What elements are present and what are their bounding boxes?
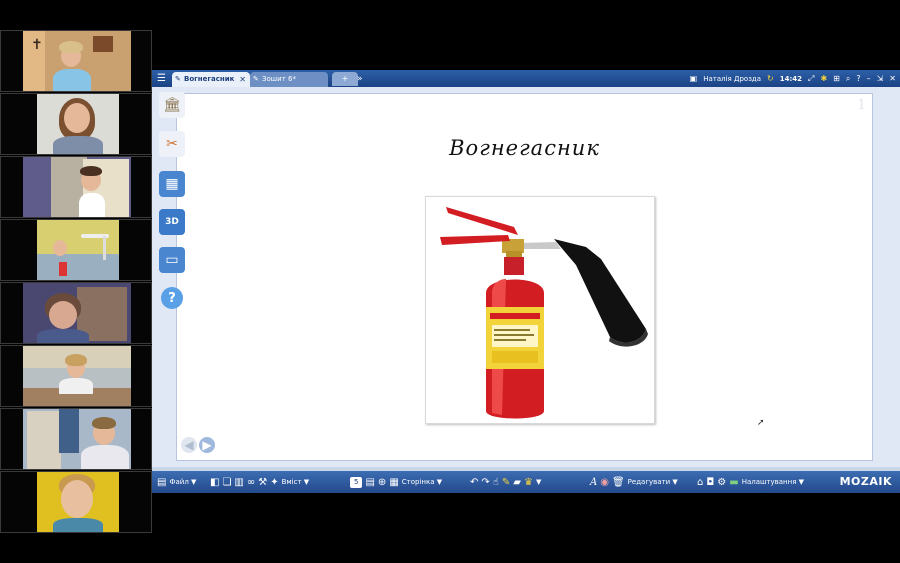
hammer-icon[interactable]: ⚒ — [258, 477, 267, 488]
museum-icon[interactable]: 🏛 — [159, 92, 185, 118]
eraser-icon[interactable]: ▰ — [513, 477, 521, 488]
edit-tools: A ◉ 🗑 Редагувати ▼ — [590, 471, 678, 493]
participant-video — [37, 220, 119, 280]
clock: 14:42 — [779, 74, 803, 83]
help-circle-icon[interactable]: ? — [161, 287, 183, 309]
whiteboard-page[interactable]: 1 Вогнегасник ◀ ▶ ➚ — [176, 93, 873, 461]
screen: ✝ ☰ ✎ Вогнегасник ✕ ✎ Зошит 6* + » ▣ Нат… — [0, 0, 900, 563]
menu-icon[interactable]: ☰ — [155, 72, 168, 85]
tab-fire-extinguisher[interactable]: ✎ Вогнегасник ✕ — [172, 72, 250, 87]
tab-label: Вогнегасник — [184, 75, 235, 83]
page-title: Вогнегасник — [449, 136, 600, 160]
participant-tile[interactable] — [0, 93, 152, 155]
search-icon[interactable]: ⌕ — [846, 74, 850, 84]
layers-icon[interactable]: ❏ — [222, 477, 231, 488]
participant-tile[interactable]: ✝ — [0, 30, 152, 92]
fire-extinguisher-image[interactable] — [425, 196, 655, 424]
next-page-icon[interactable]: ▶ — [199, 437, 215, 453]
new-tab-button[interactable]: + — [332, 72, 358, 86]
close-icon[interactable]: ✕ — [239, 72, 246, 87]
restore-icon[interactable]: ⇲ — [877, 74, 884, 83]
more-tabs-button[interactable]: » — [357, 72, 363, 86]
tab-notebook[interactable]: ✎ Зошит 6* — [250, 72, 328, 87]
mozaik-window: ☰ ✎ Вогнегасник ✕ ✎ Зошит 6* + » ▣ Натал… — [152, 70, 900, 493]
participant-tile[interactable] — [0, 282, 152, 344]
participant-tile[interactable] — [0, 471, 152, 533]
close-window-icon[interactable]: ✕ — [889, 74, 896, 83]
participant-tile[interactable] — [0, 156, 152, 218]
redo-icon[interactable]: ↷ — [481, 477, 489, 488]
presentation-icon[interactable]: ▭ — [159, 247, 185, 273]
settings-tools: ⌂ ◘ ⚙ ▬ Налаштування ▼ — [697, 471, 804, 493]
zoom-icon[interactable]: ⊕ — [378, 477, 386, 488]
minimize-icon[interactable]: – — [867, 74, 871, 83]
content-tools: ◧ ❏ ▥ ∞ ⚒ ✦ Вміст ▼ — [210, 471, 309, 493]
participant-video — [23, 157, 131, 217]
tools-icon[interactable]: ✂ — [159, 131, 185, 157]
highlighter-icon[interactable]: ✎ — [502, 477, 510, 488]
shape-icon[interactable]: ◉ — [600, 477, 609, 488]
participant-video — [23, 409, 131, 469]
gear-icon[interactable]: ⚙ — [717, 477, 726, 488]
page-number: 1 — [857, 97, 866, 113]
participant-video — [37, 472, 119, 532]
lightbulb-icon[interactable]: ✦ — [270, 477, 278, 488]
mouse-cursor-icon: ➚ — [757, 418, 765, 428]
board-icon[interactable]: ▬ — [729, 477, 738, 488]
fullscreen-icon[interactable]: ⤢ — [808, 74, 814, 84]
gallery-icon[interactable]: ▦ — [159, 171, 185, 197]
participant-video — [23, 346, 131, 406]
mozaik-logo: MOZAIK — [839, 475, 892, 488]
work-area: 1 Вогнегасник ◀ ▶ ➚ 🏛 ✂ ▦ 3D ▭ ? — [152, 87, 900, 467]
notes-icon[interactable]: ▦ — [389, 477, 398, 488]
participant-tile[interactable] — [0, 345, 152, 407]
grid-icon[interactable]: ⊞ — [833, 74, 840, 83]
draw-dropdown[interactable]: ▼ — [536, 478, 541, 486]
edit-menu[interactable]: Редагувати ▼ — [628, 478, 678, 486]
sidebar-icon[interactable]: ◧ — [210, 477, 219, 488]
pen-icon: ✎ — [253, 75, 259, 83]
refresh-icon[interactable]: ↻ — [767, 74, 774, 83]
previous-page-icon[interactable]: ◀ — [181, 437, 197, 453]
title-bar: ☰ ✎ Вогнегасник ✕ ✎ Зошит 6* + » ▣ Натал… — [152, 70, 900, 87]
3d-icon[interactable]: 3D — [159, 209, 185, 235]
page-controls: 5 ▤ ⊕ ▦ Сторінка ▼ — [350, 471, 442, 493]
insert-menu[interactable]: Вміст ▼ — [282, 478, 310, 486]
fire-extinguisher-illustration — [440, 207, 648, 419]
participant-tile[interactable] — [0, 408, 152, 470]
magic-wand-icon[interactable]: ♛ — [524, 477, 533, 488]
help-icon[interactable]: ? — [856, 74, 860, 83]
file-menu-label: Файл ▼ — [169, 478, 197, 486]
glasses-icon[interactable]: ∞ — [247, 477, 255, 488]
page-number-field[interactable]: 5 — [350, 476, 363, 488]
tools-menu-icon[interactable]: ✱ — [820, 74, 827, 83]
undo-icon[interactable]: ↶ — [470, 477, 478, 488]
pen-icon: ✎ — [175, 75, 181, 83]
home-icon[interactable]: ⌂ — [697, 477, 703, 488]
document-icon[interactable]: ▥ — [234, 477, 243, 488]
trash-icon[interactable]: 🗑 — [612, 477, 625, 488]
text-icon[interactable]: A — [590, 477, 597, 488]
user-name[interactable]: Наталія Дрозда — [703, 75, 761, 83]
participant-video: ✝ — [23, 31, 131, 91]
tab-label: Зошит 6* — [262, 75, 296, 83]
participant-video — [23, 283, 131, 343]
settings-menu[interactable]: Налаштування ▼ — [742, 478, 804, 486]
page-menu[interactable]: Сторінка ▼ — [402, 478, 442, 486]
file-icon: ▤ — [157, 476, 167, 488]
camera-icon[interactable]: ◘ — [706, 477, 714, 488]
page-list-icon[interactable]: ▤ — [365, 477, 374, 488]
screenshot-icon[interactable]: ▣ — [690, 74, 698, 83]
participant-video — [37, 94, 119, 154]
page-navigation: ◀ ▶ — [181, 437, 215, 453]
title-bar-controls: ▣ Наталія Дрозда ↻ 14:42 ⤢ ✱ ⊞ ⌕ ? – ⇲ ✕ — [690, 70, 896, 87]
pointer-icon[interactable]: ☝ — [493, 477, 499, 488]
draw-tools: ↶ ↷ ☝ ✎ ▰ ♛ ▼ — [470, 471, 541, 493]
bottom-toolbar: ▤ Файл ▼ ◧ ❏ ▥ ∞ ⚒ ✦ Вміст ▼ 5 ▤ ⊕ ▦ Сто… — [152, 471, 900, 493]
participant-tile[interactable] — [0, 219, 152, 281]
file-menu[interactable]: ▤ Файл ▼ — [157, 471, 196, 493]
